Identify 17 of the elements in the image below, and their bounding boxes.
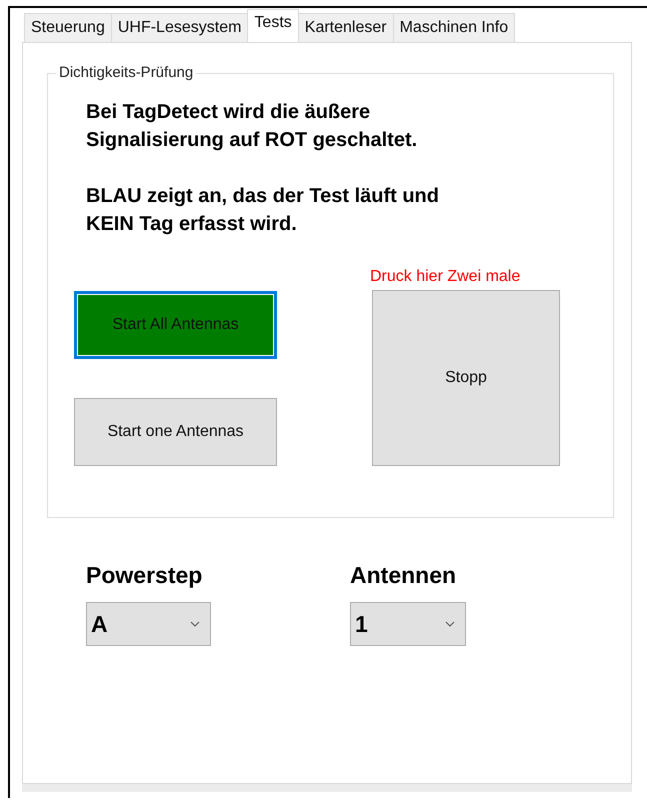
caret-icon <box>445 621 455 627</box>
start-button[interactable]: Start one Antennas <box>74 398 277 466</box>
start-button[interactable]: Start All Antennas <box>74 291 277 359</box>
tab[interactable]: Steuerung <box>24 13 112 42</box>
selector-label: Powerstep <box>86 562 204 590</box>
tab[interactable]: Maschinen Info <box>392 13 516 42</box>
info-text: BLAU zeigt an, das der Test läuft und KEIN Tag erfasst wird. <box>86 184 440 237</box>
hint-text: Druck hier Zwei male <box>370 268 522 287</box>
dropdown[interactable]: 1 <box>350 602 466 646</box>
tab[interactable]: UHF-Lesesystem <box>110 13 248 42</box>
caret-icon <box>190 621 200 627</box>
stop-button[interactable]: Stopp <box>372 290 560 466</box>
dropdown[interactable]: A <box>86 602 211 646</box>
selector-label: Antennen <box>350 562 458 590</box>
info-text: Bei TagDetect wird die äußere Signalisierung auf ROT geschaltet. <box>86 100 418 153</box>
tab[interactable]: Kartenleser <box>298 13 394 42</box>
group-title: Dichtigkeits-Prüfung <box>56 64 196 81</box>
